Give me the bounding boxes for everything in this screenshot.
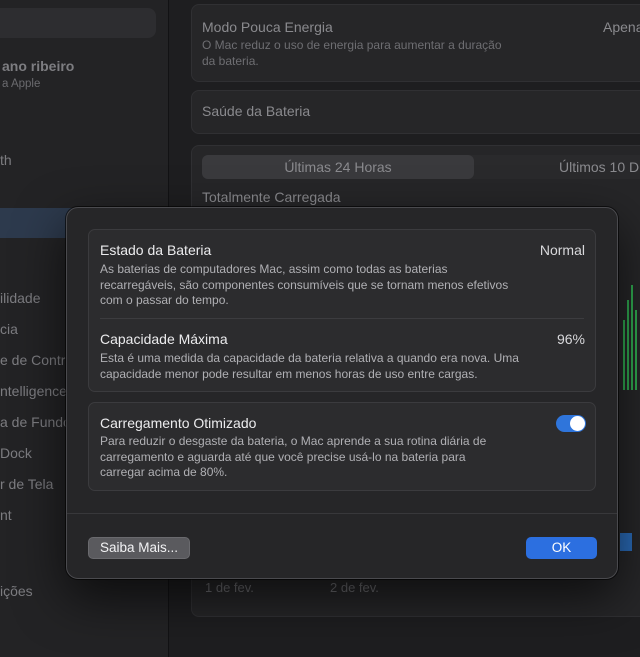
sidebar-item-bluetooth[interactable]: th <box>0 152 12 168</box>
low-power-title: Modo Pouca Energia <box>202 19 333 35</box>
optimized-charging-toggle[interactable] <box>556 415 586 432</box>
optimized-charging-title: Carregamento Otimizado <box>100 415 257 431</box>
footer-divider <box>67 513 617 514</box>
sidebar-search-field[interactable] <box>0 8 156 38</box>
system-settings-window: ano ribeiro a Apple th ilidade cia e de … <box>0 0 640 657</box>
battery-state-title: Estado da Bateria <box>100 242 212 258</box>
date-label-2: 2 de fev. <box>330 580 379 595</box>
low-power-value[interactable]: Apena <box>603 19 640 35</box>
sidebar-user-subtitle: a Apple <box>2 78 41 90</box>
sidebar-item-wallpaper[interactable]: a de Fundo <box>0 414 71 430</box>
optimized-charging-description: Para reduzir o desgaste da bateria, o Ma… <box>100 434 487 479</box>
sidebar-item-apple-intelligence[interactable]: ntelligence <box>0 383 67 399</box>
max-capacity-value: 96% <box>556 331 585 347</box>
ok-button[interactable]: OK <box>526 537 597 559</box>
group-divider <box>100 318 584 319</box>
sidebar-item-accessibility[interactable]: ilidade <box>0 290 40 306</box>
sidebar-item-screen-saver[interactable]: r de Tela <box>0 476 53 492</box>
sidebar-item-appearance[interactable]: cia <box>0 321 18 337</box>
max-capacity-description: Esta é uma medida da capacidade da bater… <box>100 351 519 381</box>
learn-more-button[interactable]: Saiba Mais... <box>88 537 190 559</box>
battery-health-sheet: Estado da Bateria Normal As baterias de … <box>66 207 618 579</box>
sidebar-item-dock[interactable]: Dock <box>0 445 32 461</box>
optimized-charging-group: Carregamento Otimizado Para reduzir o de… <box>88 402 596 491</box>
history-range-segmented-control[interactable]: Últimas 24 Horas Últimos 10 D <box>202 155 640 179</box>
tab-last-24-hours[interactable]: Últimas 24 Horas <box>202 155 474 179</box>
date-label-1: 1 de fev. <box>205 580 254 595</box>
low-power-description-line2: da bateria. <box>202 54 259 68</box>
sidebar-item-control-center[interactable]: e de Contro <box>0 352 73 368</box>
toggle-knob <box>570 416 585 431</box>
max-capacity-title: Capacidade Máxima <box>100 331 228 347</box>
fully-charged-label: Totalmente Carregada <box>202 189 341 205</box>
sidebar-user-name[interactable]: ano ribeiro <box>2 58 74 74</box>
tab-last-10-days[interactable]: Últimos 10 D <box>559 155 639 179</box>
battery-level-chart <box>623 285 637 390</box>
battery-state-value: Normal <box>539 242 585 258</box>
sidebar-item-notifications[interactable]: ições <box>0 583 33 599</box>
low-power-description-line1: O Mac reduz o uso de energia para aument… <box>202 38 502 52</box>
sidebar-item-other[interactable]: nt <box>0 507 12 523</box>
battery-state-description: As baterias de computadores Mac, assim c… <box>100 262 509 307</box>
battery-health-label: Saúde da Bateria <box>202 103 311 119</box>
battery-info-group: Estado da Bateria Normal As baterias de … <box>88 229 596 392</box>
usage-bar <box>620 533 632 551</box>
